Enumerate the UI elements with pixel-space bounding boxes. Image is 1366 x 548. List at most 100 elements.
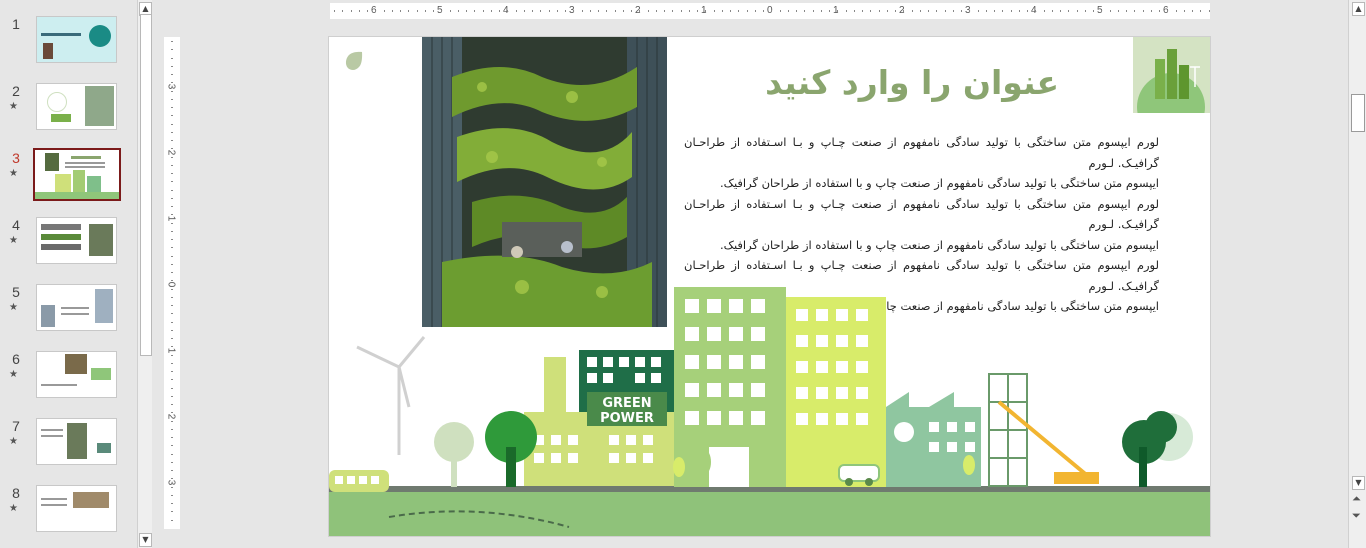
slide-thumbnail-4[interactable]: 4 ★: [0, 217, 137, 277]
thumbnail-preview[interactable]: [36, 83, 117, 130]
ruler-tick: [853, 10, 855, 12]
ruler-tick: [1183, 10, 1185, 12]
ruler-tick: [672, 10, 674, 12]
ruler-tick: [424, 10, 426, 12]
ruler-tick: [952, 10, 954, 12]
ruler-tick: [796, 10, 797, 12]
ruler-tick: [171, 189, 173, 191]
ruler-tick: [171, 437, 173, 438]
slide-thumbnail-7[interactable]: 7 ★: [0, 418, 137, 478]
slide-thumbnail-6[interactable]: 6 ★: [0, 351, 137, 411]
ruler-tick: [1109, 10, 1111, 12]
slide-thumbnail-1[interactable]: 1: [0, 16, 137, 76]
ruler-tick: [1027, 10, 1028, 12]
ruler-tick: [171, 49, 173, 51]
scroll-down-arrow-icon[interactable]: ▼: [1352, 476, 1365, 490]
ruler-tick: [515, 10, 517, 12]
scrollbar-thumb[interactable]: [140, 14, 152, 356]
animation-star-icon: ★: [9, 101, 18, 112]
ruler-tick: [171, 371, 173, 372]
ruler-tick: [1117, 10, 1119, 12]
thumbnail-preview[interactable]: [36, 485, 117, 532]
ruler-tick: [171, 420, 173, 422]
slide-thumbnail-8[interactable]: 8 ★: [0, 485, 137, 545]
slide-number: 5: [12, 284, 20, 300]
ruler-tick: [457, 10, 459, 12]
ruler-tick: [787, 10, 789, 12]
ruler-tick: [416, 10, 418, 12]
ruler-tick: [171, 412, 173, 414]
ruler-tick: [804, 10, 806, 12]
ruler-tick: [730, 10, 731, 12]
ruler-tick: [779, 10, 781, 12]
ruler-tick: [697, 10, 698, 12]
ruler-tick: [499, 10, 500, 12]
ruler-tick: [171, 98, 173, 100]
next-slide-icon[interactable]: ⏷: [1352, 510, 1361, 521]
ruler-tick: [171, 305, 173, 306]
ruler-tick: [1175, 10, 1177, 12]
ruler-tick: [655, 10, 657, 12]
thumbnail-preview-selected[interactable]: [33, 148, 121, 201]
leaf-icon: [345, 51, 363, 70]
ruler-tick: [928, 10, 929, 12]
thumbnail-preview[interactable]: [36, 418, 117, 465]
ruler-tick: [171, 57, 173, 59]
slide-canvas[interactable]: عنوان را وارد کنید لورم ایپسوم متن ساختگ…: [328, 36, 1211, 537]
animation-star-icon: ★: [9, 369, 18, 380]
ruler-tick: [639, 10, 641, 12]
ruler-tick: [540, 10, 542, 12]
ruler-tick: [763, 10, 764, 12]
ruler-tick: [171, 41, 173, 42]
ruler-tick: [171, 395, 173, 397]
animation-star-icon: ★: [9, 503, 18, 514]
thumbnails-scrollbar[interactable]: ▲ ▼: [137, 0, 152, 548]
thumbnail-preview[interactable]: [36, 351, 117, 398]
ruler-tick: [171, 338, 173, 339]
ruler-tick: [171, 511, 173, 513]
ruler-tick: [895, 10, 896, 12]
slide-thumbnail-3[interactable]: 3 ★: [0, 148, 137, 210]
ruler-tick: [171, 82, 173, 84]
ruler-tick: [171, 74, 173, 75]
ruler-tick: [507, 10, 509, 12]
slide-number: 8: [12, 485, 20, 501]
ruler-tick: [171, 272, 173, 273]
editor-scrollbar[interactable]: ▲ ▼ ⏶ ⏷: [1348, 0, 1366, 548]
ruler-tick: [556, 10, 558, 12]
ruler-tick: [994, 10, 995, 12]
thumbnail-preview[interactable]: [36, 217, 117, 264]
ruler-tick: [1076, 10, 1078, 12]
ruler-tick: [713, 10, 715, 12]
scrollbar-thumb[interactable]: [1351, 94, 1365, 132]
thumbnail-preview[interactable]: [36, 16, 117, 63]
body-line: لورم ایپسوم متن ساختگی با تولید سادگی نا…: [684, 196, 1159, 232]
ruler-tick: [754, 10, 756, 12]
ruler-tick: [171, 140, 173, 141]
ruler-tick: [845, 10, 847, 12]
sign-text-green: GREEN: [602, 396, 651, 411]
ruler-tick: [1093, 10, 1094, 12]
ruler-label: 2: [165, 413, 177, 420]
ruler-tick: [589, 10, 591, 12]
ruler-tick: [664, 10, 665, 12]
slide-title[interactable]: عنوان را وارد کنید: [759, 63, 1059, 102]
scroll-down-arrow-icon[interactable]: ▼: [139, 533, 152, 547]
previous-slide-icon[interactable]: ⏶: [1352, 493, 1361, 504]
ruler-tick: [171, 288, 173, 290]
scroll-up-arrow-icon[interactable]: ▲: [1352, 2, 1365, 16]
ruler-tick: [622, 10, 624, 12]
ruler-tick: [350, 10, 352, 12]
slide-thumbnail-5[interactable]: 5 ★: [0, 284, 137, 344]
ruler-tick: [1101, 10, 1103, 12]
thumbnail-preview[interactable]: [36, 284, 117, 331]
ruler-tick: [1126, 10, 1127, 12]
slide-thumbnail-2[interactable]: 2 ★: [0, 83, 137, 143]
ruler-tick: [342, 10, 344, 12]
ruler-tick: [771, 10, 773, 12]
ruler-tick: [1200, 10, 1202, 12]
ruler-tick: [171, 123, 173, 125]
ruler-tick: [870, 10, 872, 12]
ruler-tick: [573, 10, 575, 12]
ruler-tick: [631, 10, 632, 12]
